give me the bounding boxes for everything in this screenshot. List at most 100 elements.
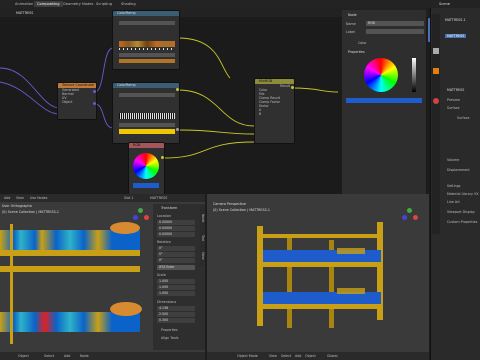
volume-section[interactable]: Volume bbox=[447, 158, 459, 162]
value-slider[interactable] bbox=[412, 58, 416, 92]
colorramp-color[interactable] bbox=[119, 129, 175, 134]
material-slot[interactable]: MATTRESS bbox=[445, 34, 467, 38]
footer-add[interactable]: Add bbox=[295, 354, 301, 358]
rotation-x[interactable]: 0° bbox=[157, 246, 195, 251]
footer-add[interactable]: Add bbox=[64, 354, 70, 358]
axis-z[interactable] bbox=[402, 215, 407, 220]
object-tab-icon[interactable] bbox=[433, 68, 439, 74]
color-swatch[interactable] bbox=[133, 183, 159, 188]
node-texture-coordinate[interactable]: Texture Coordinate Generated Normal UV O… bbox=[57, 82, 97, 120]
workspace-tab-compositing[interactable]: Compositing bbox=[34, 1, 63, 7]
socket-dot[interactable] bbox=[161, 156, 164, 159]
node-editor[interactable]: MATTRESS Texture Coordinate Generated No… bbox=[0, 8, 433, 196]
socket-dot[interactable] bbox=[93, 102, 96, 105]
scale-x[interactable]: 1.000 bbox=[157, 279, 195, 284]
properties-subpanel[interactable]: Properties bbox=[161, 328, 178, 332]
lineart-section[interactable]: Line Art bbox=[447, 200, 460, 204]
label-field[interactable] bbox=[366, 29, 424, 34]
scale-label: Scale bbox=[157, 273, 166, 277]
colorramp-color[interactable] bbox=[119, 59, 175, 63]
colorramp-gradient[interactable] bbox=[119, 113, 175, 119]
workspace-tab-geometry[interactable]: Geometry Nodes bbox=[60, 1, 96, 7]
workspace-tab-animation[interactable]: Animation bbox=[12, 1, 36, 7]
socket-dot[interactable] bbox=[291, 86, 294, 89]
property-tabs bbox=[432, 14, 440, 234]
view-menu[interactable]: View bbox=[16, 196, 24, 200]
location-y[interactable]: 0.00000 bbox=[157, 226, 195, 231]
color-wheel[interactable] bbox=[133, 153, 159, 179]
add-menu[interactable]: Add bbox=[4, 196, 10, 200]
socket-dot[interactable] bbox=[176, 88, 179, 91]
material-name[interactable]: MATTRESS bbox=[447, 88, 464, 92]
surface-section[interactable]: Surface bbox=[447, 106, 460, 110]
node-sockets bbox=[119, 93, 175, 97]
dimension-x[interactable]: 4.136 bbox=[157, 306, 195, 311]
scene-selector[interactable]: Scene bbox=[436, 1, 453, 7]
object-name[interactable]: MATTRESS-1 bbox=[445, 18, 466, 22]
socket-dot[interactable] bbox=[93, 90, 96, 93]
colorramp-position[interactable] bbox=[119, 53, 175, 57]
preview-section[interactable]: Preview bbox=[447, 98, 460, 102]
footer-node[interactable]: Node bbox=[80, 354, 89, 358]
footer-select[interactable]: Select bbox=[44, 354, 54, 358]
viewport-left[interactable]: Add View Use Nodes Slot 1 MATTRESS User … bbox=[0, 194, 205, 360]
rotation-label: Rotation bbox=[157, 240, 171, 244]
scale-y[interactable]: 1.000 bbox=[157, 285, 195, 290]
workspace-tab-shading[interactable]: Shading bbox=[118, 1, 139, 7]
vtab-view[interactable]: View bbox=[200, 246, 205, 266]
rotation-mode[interactable]: XYZ Euler bbox=[157, 265, 195, 270]
viewport-display-section[interactable]: Viewport Display bbox=[447, 210, 475, 214]
dimension-y[interactable]: 2.500 bbox=[157, 312, 195, 317]
navigation-gizmo[interactable] bbox=[132, 208, 150, 226]
node-colorramp-top[interactable]: ColorRamp bbox=[112, 10, 180, 70]
name-field[interactable]: RGB bbox=[366, 21, 424, 26]
vtab-item[interactable]: Node bbox=[200, 206, 205, 230]
node-mixrgb[interactable]: MixRGB Result Color Mix Clamp Result Cla… bbox=[254, 78, 295, 144]
material-library[interactable]: Material Library VX bbox=[447, 192, 479, 196]
align-tools-subpanel[interactable]: Align Tools bbox=[161, 336, 178, 340]
location-z[interactable]: 0.00000 bbox=[157, 232, 195, 237]
axis-y[interactable] bbox=[138, 208, 143, 213]
mode-selector[interactable]: Object Mode bbox=[237, 354, 258, 358]
material-tab-icon[interactable] bbox=[433, 98, 439, 104]
socket-dot[interactable] bbox=[176, 128, 179, 131]
footer-object[interactable]: Object bbox=[18, 354, 29, 358]
location-x[interactable]: 0.00000 bbox=[157, 220, 195, 225]
axis-y[interactable] bbox=[407, 208, 412, 213]
viewport-left-footer bbox=[0, 352, 205, 360]
properties-section[interactable]: Properties bbox=[348, 50, 365, 54]
node-colorramp-mid[interactable]: ColorRamp bbox=[112, 82, 180, 144]
axis-x[interactable] bbox=[413, 215, 418, 220]
node-rgb[interactable]: RGB bbox=[128, 142, 165, 196]
colorramp-gradient[interactable] bbox=[119, 41, 175, 47]
scale-z[interactable]: 1.000 bbox=[157, 291, 195, 296]
colorramp-stops[interactable] bbox=[119, 48, 175, 50]
transform-title[interactable]: Transform bbox=[161, 206, 177, 210]
use-nodes-toggle[interactable]: Use Nodes bbox=[30, 196, 48, 200]
settings-section[interactable]: Settings bbox=[447, 184, 461, 188]
viewport-right[interactable]: Camera Perspective (0) Scene Collection … bbox=[207, 194, 429, 360]
footer-object[interactable]: Object bbox=[305, 354, 316, 358]
transform-orientation[interactable]: Global bbox=[327, 354, 338, 358]
slot-selector[interactable]: Slot 1 bbox=[124, 196, 133, 200]
vtab-tool[interactable]: Tool bbox=[200, 228, 205, 248]
displacement-section[interactable]: Displacement bbox=[447, 168, 470, 172]
colorramp-position[interactable] bbox=[119, 123, 175, 127]
custom-properties-section[interactable]: Custom Properties bbox=[447, 220, 477, 224]
workspace-tab-scripting[interactable]: Scripting bbox=[93, 1, 115, 7]
rotation-y[interactable]: 0° bbox=[157, 252, 195, 257]
dimension-z[interactable]: 0.300 bbox=[157, 318, 195, 323]
panel-color-wheel[interactable] bbox=[364, 58, 398, 92]
navigation-gizmo[interactable] bbox=[401, 208, 419, 226]
footer-view[interactable]: View bbox=[269, 354, 277, 358]
material-selector[interactable]: MATTRESS bbox=[150, 196, 167, 200]
axis-x[interactable] bbox=[144, 215, 149, 220]
color-section[interactable]: Color bbox=[358, 41, 367, 45]
bunk-bed-model bbox=[257, 222, 383, 328]
rotation-z[interactable]: 0° bbox=[157, 258, 195, 263]
scene-tab-icon[interactable] bbox=[433, 48, 439, 54]
footer-select[interactable]: Select bbox=[281, 354, 291, 358]
axis-z[interactable] bbox=[133, 215, 138, 220]
panel-color-swatch[interactable] bbox=[346, 98, 422, 103]
surface-field[interactable]: Surface bbox=[457, 116, 470, 120]
